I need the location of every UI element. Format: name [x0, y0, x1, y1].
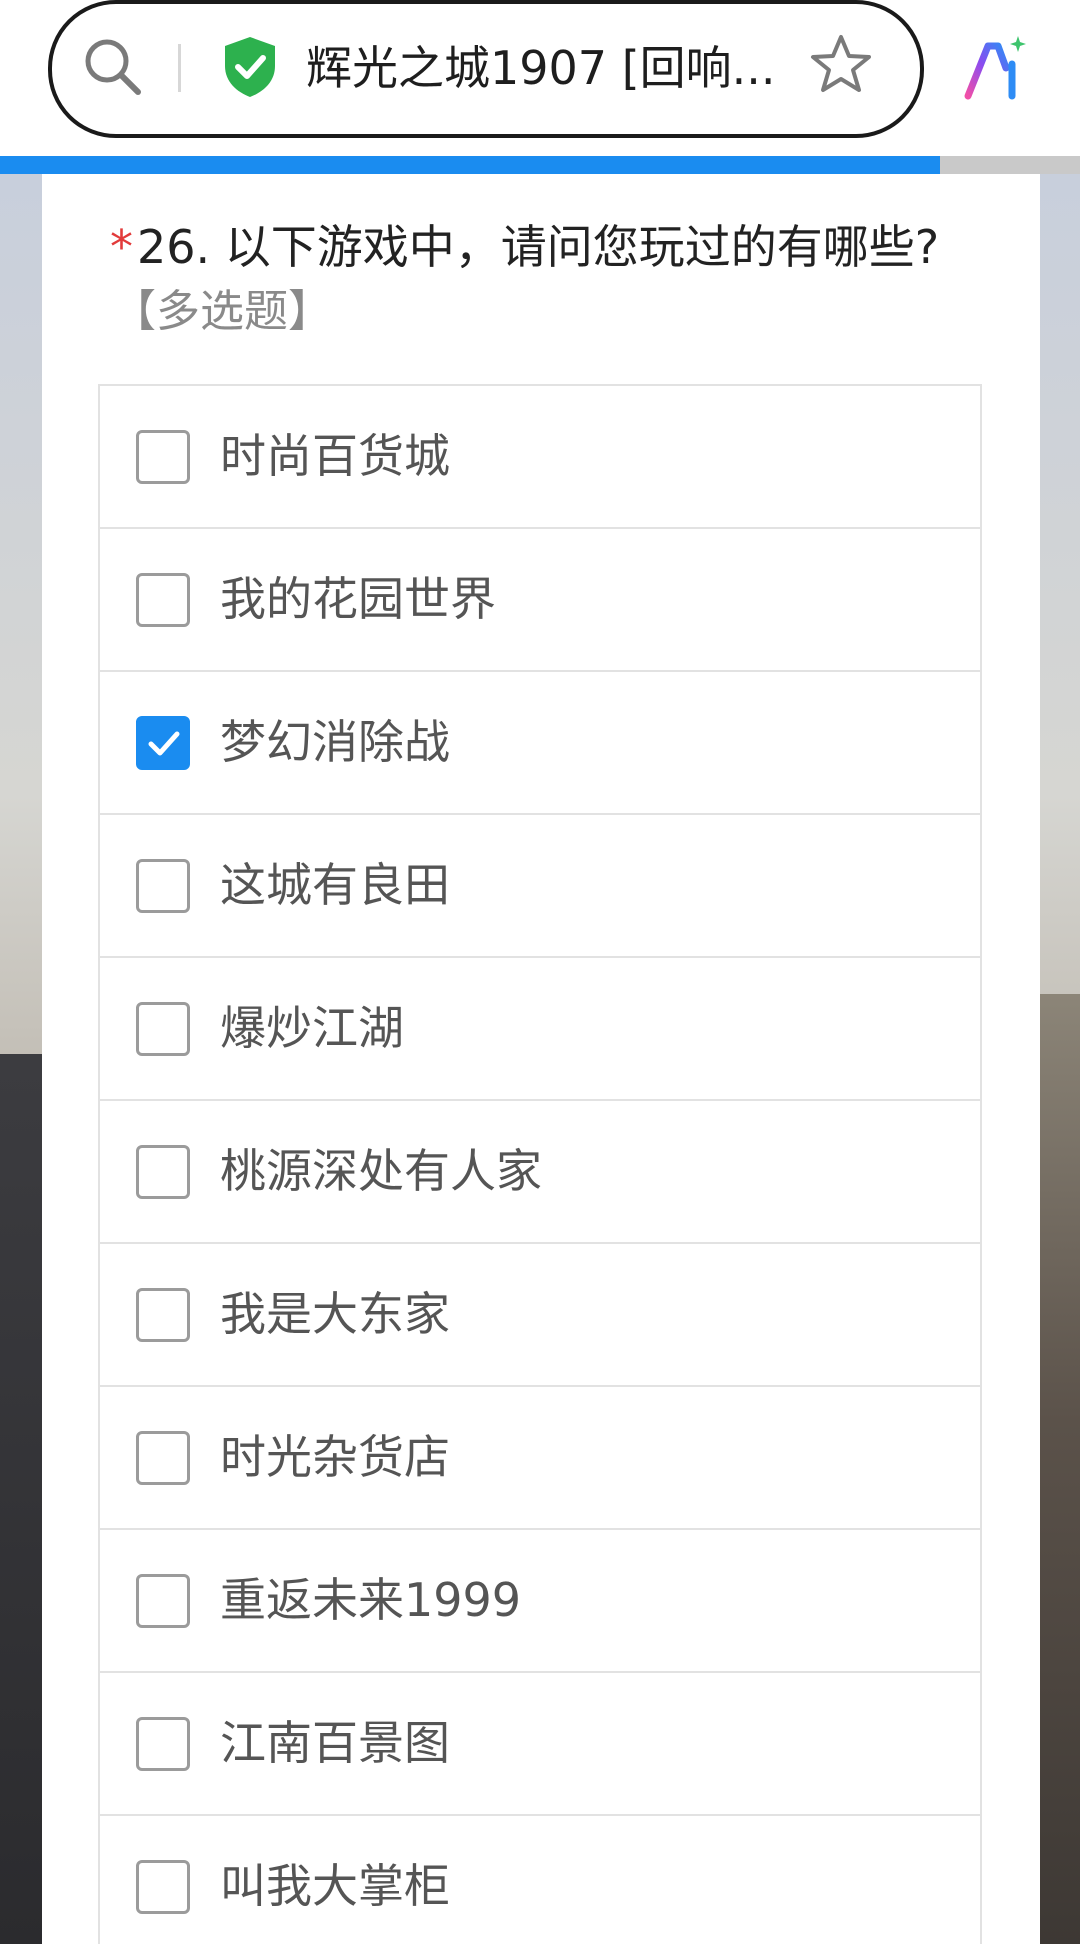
option-label: 桃源深处有人家	[220, 1144, 542, 1198]
ai-assistant-icon[interactable]	[962, 34, 1028, 102]
checkbox[interactable]	[136, 1431, 190, 1485]
checkbox[interactable]	[136, 573, 190, 627]
option-label: 爆炒江湖	[220, 1001, 404, 1055]
question-text: 26. 以下游戏中，请问您玩过的有哪些?	[137, 220, 940, 274]
option-row[interactable]: 时光杂货店	[100, 1387, 980, 1530]
page-title[interactable]: 辉光之城1907 [回响...	[306, 36, 786, 100]
option-label: 时尚百货城	[220, 429, 450, 483]
checkbox[interactable]	[136, 1574, 190, 1628]
option-row[interactable]: 江南百景图	[100, 1673, 980, 1816]
option-row[interactable]: 我的花园世界	[100, 529, 980, 672]
option-label: 我的花园世界	[220, 572, 496, 626]
option-row[interactable]: 叫我大掌柜	[100, 1816, 980, 1944]
option-row[interactable]: 这城有良田	[100, 815, 980, 958]
checkbox[interactable]	[136, 1145, 190, 1199]
option-label: 江南百景图	[220, 1716, 450, 1770]
question-type: 【多选题】	[112, 286, 332, 337]
checkbox[interactable]	[136, 1717, 190, 1771]
option-row[interactable]: 梦幻消除战	[100, 672, 980, 815]
option-label: 重返未来1999	[220, 1573, 522, 1627]
checkbox-checked[interactable]	[136, 716, 190, 770]
option-label: 时光杂货店	[220, 1430, 450, 1484]
browser-toolbar: 辉光之城1907 [回响...	[0, 0, 1080, 174]
star-icon[interactable]	[808, 32, 874, 98]
survey-card: *26. 以下游戏中，请问您玩过的有哪些? 【多选题】 时尚百货城我的花园世界梦…	[42, 174, 1040, 1944]
options-list: 时尚百货城我的花园世界 梦幻消除战这城有良田爆炒江湖桃源深处有人家 我是大东家时光杂…	[98, 384, 982, 1944]
option-row[interactable]: 桃源深处有人家	[100, 1101, 980, 1244]
question-title: *26. 以下游戏中，请问您玩过的有哪些?	[110, 216, 1010, 278]
shield-check-icon[interactable]	[220, 34, 280, 100]
page-load-progress	[0, 156, 1080, 174]
option-label: 我是大东家	[220, 1287, 450, 1341]
option-row[interactable]: 时尚百货城	[100, 386, 980, 529]
option-label: 这城有良田	[220, 858, 450, 912]
option-row[interactable]: 爆炒江湖	[100, 958, 980, 1101]
option-label: 梦幻消除战	[220, 715, 450, 769]
page-load-progress-fill	[0, 156, 940, 174]
checkbox[interactable]	[136, 1860, 190, 1914]
checkbox[interactable]	[136, 859, 190, 913]
search-icon[interactable]	[80, 34, 146, 100]
option-label: 叫我大掌柜	[220, 1859, 450, 1913]
checkbox[interactable]	[136, 430, 190, 484]
option-row[interactable]: 我是大东家	[100, 1244, 980, 1387]
required-mark: *	[110, 220, 133, 274]
checkmark-icon	[148, 731, 180, 756]
option-row[interactable]: 重返未来1999	[100, 1530, 980, 1673]
checkbox[interactable]	[136, 1002, 190, 1056]
address-bar-divider	[178, 44, 181, 92]
checkbox[interactable]	[136, 1288, 190, 1342]
